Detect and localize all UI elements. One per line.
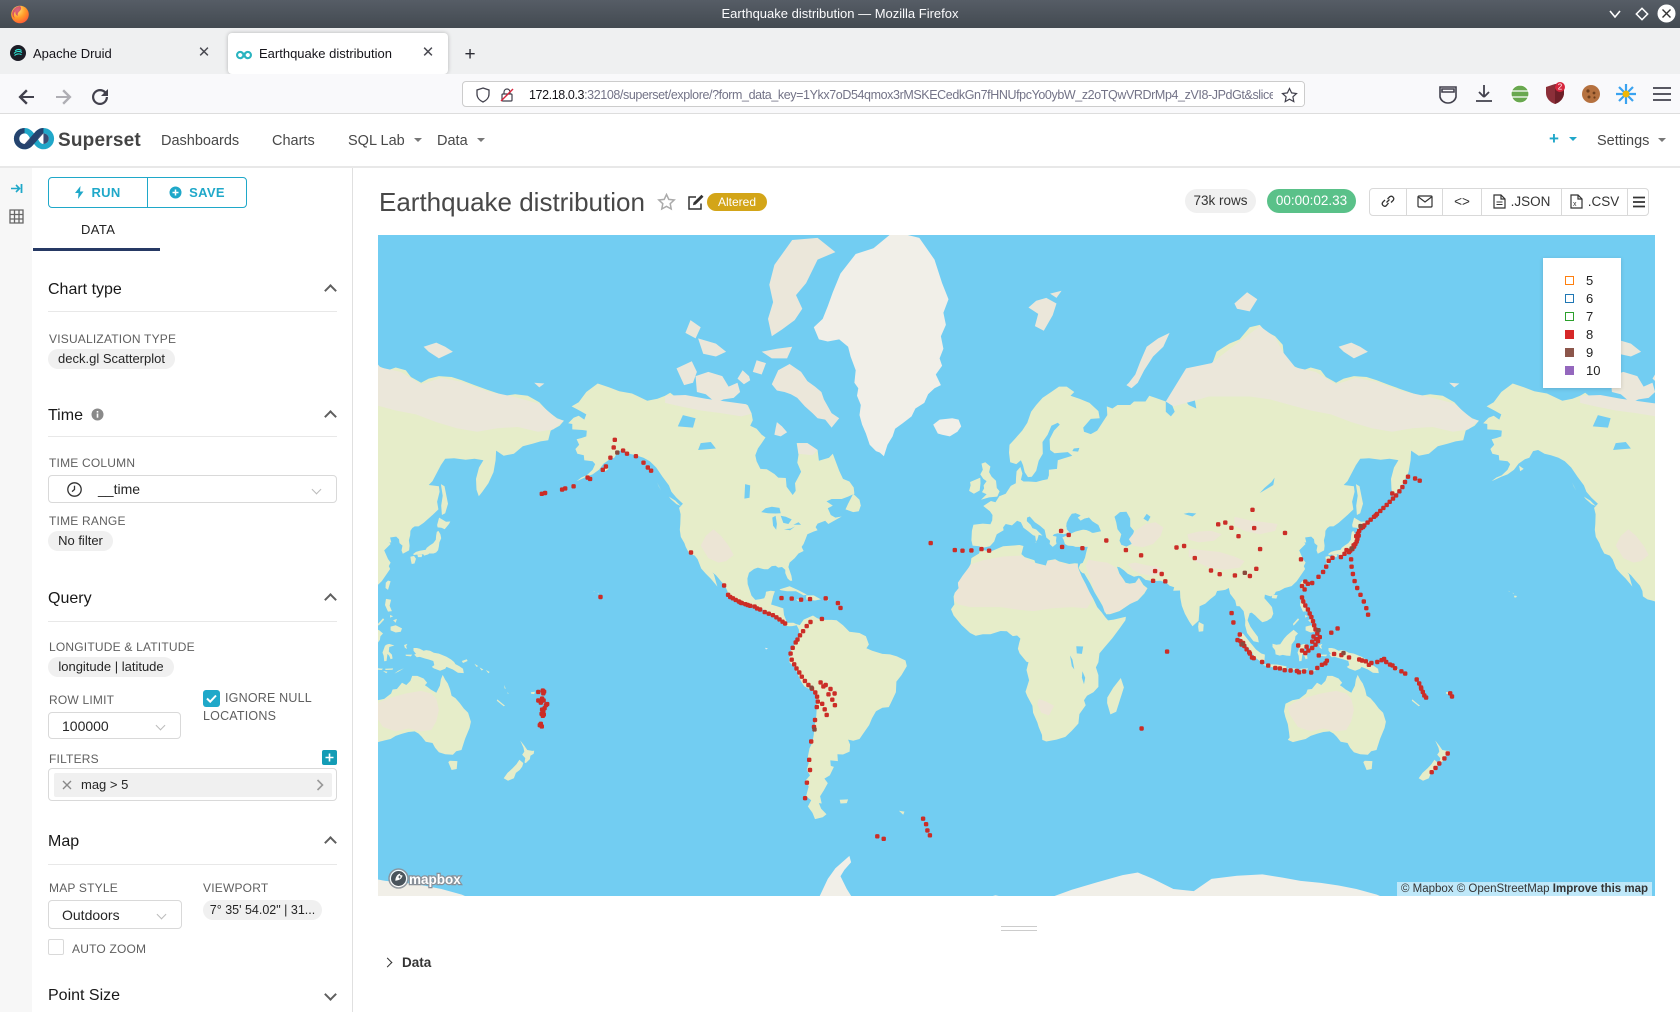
svg-text:x: x xyxy=(1573,201,1577,208)
svg-text:2: 2 xyxy=(1558,83,1563,92)
svg-text:mapbox: mapbox xyxy=(409,872,461,887)
